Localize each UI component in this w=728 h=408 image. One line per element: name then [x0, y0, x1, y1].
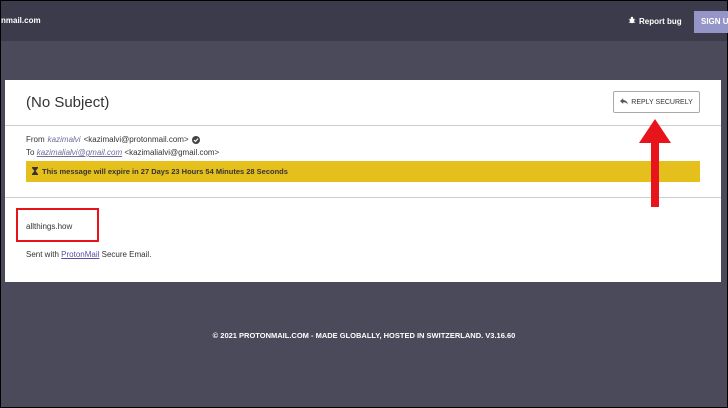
- brand-text: nmail.com: [1, 16, 41, 25]
- from-line: From kazimalvi <kazimalvi@protonmail.com…: [26, 135, 200, 144]
- reply-securely-label: REPLY SECURELY: [631, 98, 693, 106]
- verified-check-icon: [191, 135, 200, 144]
- signature-prefix: Sent with: [26, 250, 62, 259]
- to-line: To kazimalialvi@gmail.com <kazimalialvi@…: [26, 148, 219, 157]
- message-subject: (No Subject): [26, 94, 110, 111]
- expiration-banner: This message will expire in 27 Days 23 H…: [26, 161, 700, 182]
- to-email: <kazimalialvi@gmail.com>: [124, 148, 220, 157]
- from-name[interactable]: kazimalvi: [48, 135, 81, 144]
- signature-suffix: Secure Email.: [99, 250, 152, 259]
- from-email: <kazimalvi@protonmail.com>: [83, 135, 189, 144]
- red-arrow-annotation: [639, 119, 671, 207]
- message-card: (No Subject) REPLY SECURELY From kazimal…: [5, 80, 721, 282]
- highlight-box-annotation: [16, 208, 99, 242]
- to-name[interactable]: kazimalialvi@gmail.com: [37, 148, 122, 157]
- report-bug-link[interactable]: Report bug: [628, 16, 682, 26]
- body-divider: [5, 197, 721, 198]
- report-bug-label: Report bug: [639, 16, 682, 26]
- top-bar: nmail.com Report bug SIGN U: [1, 1, 728, 41]
- expiration-text: This message will expire in 27 Days 23 H…: [42, 167, 288, 176]
- reply-securely-button[interactable]: REPLY SECURELY: [613, 91, 700, 113]
- bug-icon: [628, 16, 636, 26]
- to-label: To: [26, 148, 35, 157]
- from-label: From: [26, 135, 45, 144]
- message-signature: Sent with ProtonMail Secure Email.: [26, 250, 151, 259]
- protonmail-link[interactable]: ProtonMail: [61, 250, 99, 259]
- app-frame: nmail.com Report bug SIGN U (No Subject)…: [0, 0, 728, 408]
- reply-icon: [620, 97, 629, 107]
- hourglass-icon: [32, 166, 38, 177]
- footer-text: © 2021 PROTONMAIL.COM - MADE GLOBALLY, H…: [212, 331, 516, 340]
- header-divider: [5, 125, 721, 126]
- sign-up-button[interactable]: SIGN U: [694, 11, 728, 33]
